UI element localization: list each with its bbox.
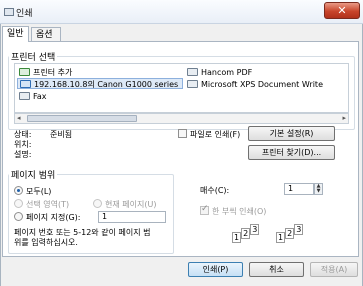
cancel-button[interactable]: 취소 [249, 262, 304, 277]
print-to-file-checkbox[interactable] [178, 129, 187, 138]
collate-preview-1: 123 [232, 224, 260, 243]
printer-icon [4, 8, 14, 16]
tab-options[interactable]: 옵션 [31, 27, 61, 42]
printer-name: Fax [33, 92, 47, 101]
collate-page: 1 [276, 232, 286, 243]
find-printer-button[interactable]: 프린터 찾기(D)... [248, 145, 335, 160]
printer-name: Microsoft XPS Document Write [201, 80, 323, 89]
list-item[interactable]: 프린터 추가 [19, 67, 72, 78]
print-button[interactable]: 인쇄(P) [188, 262, 243, 277]
horizontal-scrollbar[interactable]: ◂ ▸ [14, 113, 349, 124]
all-pages-label: 모두(L) [26, 187, 52, 196]
all-pages-radio[interactable] [14, 186, 23, 195]
add-printer-icon [19, 68, 30, 76]
apply-button[interactable]: 적용(A) [310, 262, 358, 277]
collate-page: 3 [294, 224, 304, 235]
check-icon: ✓ [201, 204, 209, 214]
pages-radio[interactable] [14, 212, 23, 221]
list-item[interactable]: Hancom PDF [187, 67, 252, 78]
list-item[interactable]: 192.168.10.8의 Canon G1000 series [17, 78, 183, 89]
page-range-hint-line-2: 위를 입력하십시오. [14, 238, 78, 247]
copies-spinner[interactable]: ▲ ▼ [314, 183, 323, 195]
close-button[interactable]: ✕ [324, 2, 360, 19]
page-range-legend: 페이지 범위 [11, 171, 56, 181]
list-item[interactable]: Microsoft XPS Document Write [187, 79, 323, 90]
window-title: 인쇄 [16, 9, 33, 19]
printer-icon [187, 68, 198, 76]
copies-label: 매수(C): [200, 186, 230, 195]
status-value: 준비됨 [50, 130, 73, 139]
tab-general[interactable]: 일반 [2, 26, 29, 42]
title-bar [0, 0, 363, 24]
current-page-label: 현재 페이지(U) [105, 200, 157, 209]
scroll-left-icon[interactable]: ◂ [17, 114, 21, 123]
collate-page: 3 [250, 224, 260, 235]
collate-checkbox[interactable]: ✓ [200, 204, 209, 215]
current-page-radio[interactable] [93, 199, 102, 208]
selection-radio[interactable] [14, 199, 23, 208]
selection-label: 선택 영역(T) [26, 200, 70, 209]
preferences-button[interactable]: 기본 설정(R) [248, 126, 335, 141]
collate-page: 2 [285, 228, 295, 239]
list-item[interactable]: Fax [19, 91, 47, 102]
collate-label: 한 부씩 인쇄(O) [212, 207, 267, 216]
collate-page: 2 [241, 228, 251, 239]
copies-input[interactable]: 1 [284, 183, 314, 195]
printer-list[interactable]: 프린터 추가 Hancom PDF 192.168.10.8의 Canon G1… [14, 63, 349, 113]
printer-name: Hancom PDF [201, 68, 253, 77]
printer-name: 프린터 추가 [33, 68, 73, 77]
scroll-right-icon[interactable]: ▸ [342, 114, 346, 123]
print-to-file-label: 파일로 인쇄(F) [190, 130, 241, 139]
spin-down-icon[interactable]: ▼ [315, 189, 322, 194]
printer-icon [187, 80, 198, 88]
collate-preview-2: 123 [276, 224, 304, 243]
comment-label: 설명: [14, 150, 32, 159]
printer-name: 192.168.10.8의 Canon G1000 series [34, 80, 179, 89]
pages-input[interactable]: 1 [98, 211, 166, 223]
printer-select-legend: 프린터 선택 [11, 53, 56, 63]
collate-page: 1 [232, 232, 242, 243]
scroll-thumb[interactable] [27, 115, 137, 122]
pages-label: 페이지 지정(G): [26, 213, 81, 222]
network-printer-icon [20, 80, 31, 88]
fax-icon [19, 92, 30, 100]
